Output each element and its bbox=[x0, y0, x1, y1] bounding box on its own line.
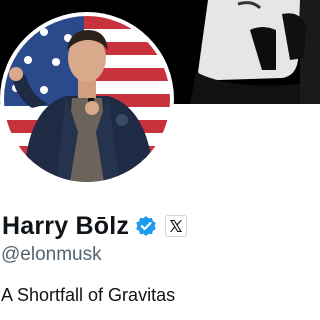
avatar-image bbox=[4, 16, 170, 182]
verified-checkmark-icon[interactable] bbox=[135, 215, 157, 237]
profile-photo-icon bbox=[4, 16, 170, 182]
profile-header: Harry Bōlz @elonmusk A Shortfall of Grav… bbox=[0, 0, 320, 320]
avatar[interactable] bbox=[0, 12, 174, 186]
display-name: Harry Bōlz bbox=[2, 211, 130, 240]
user-handle: @elonmusk bbox=[1, 244, 102, 265]
profile-bio: A Shortfall of Gravitas bbox=[1, 285, 176, 305]
x-logo-icon[interactable] bbox=[165, 215, 188, 237]
name-row: Harry Bōlz bbox=[2, 210, 188, 242]
